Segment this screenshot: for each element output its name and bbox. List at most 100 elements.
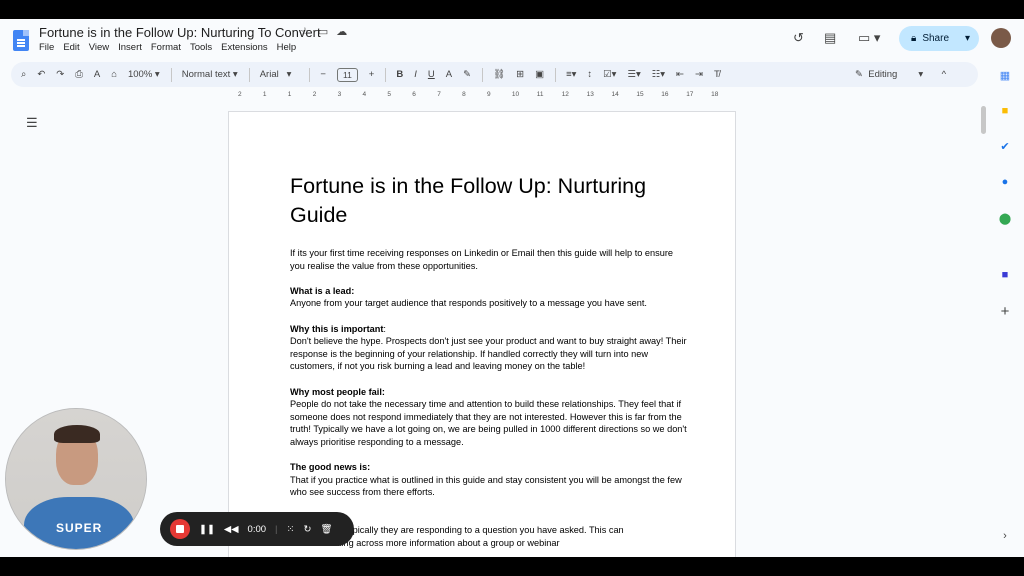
avatar[interactable] [991, 28, 1011, 48]
section-title: The good news is: [290, 462, 371, 473]
app-window: Fortune is in the Follow Up: Nurturing T… [0, 19, 1024, 557]
section: The good news is: That if you practice wh… [290, 461, 690, 499]
underline-icon[interactable]: U [428, 69, 435, 80]
document-page[interactable]: Fortune is in the Follow Up: Nurturing G… [228, 111, 736, 557]
docs-logo-icon[interactable] [13, 30, 29, 51]
webcam-bubble[interactable]: SUPER [5, 408, 147, 550]
ruler-tick-label: 4 [362, 91, 367, 98]
ruler-tick-label: 8 [462, 91, 466, 98]
divider [309, 67, 311, 82]
ruler[interactable]: 2 1 1 2 3 4 5 6 7 8 9 10 11 12 13 14 15 16 17 18 [228, 89, 736, 101]
menu-help[interactable]: Help [277, 42, 297, 53]
document-title[interactable]: Fortune is in the Follow Up: Nurturing T… [39, 25, 321, 40]
decrease-font-icon[interactable]: − [320, 69, 326, 80]
recording-timer: 0:00 [247, 523, 267, 535]
search-menus-icon[interactable]: ⌕ [21, 69, 26, 80]
divider [482, 67, 484, 82]
divider [555, 67, 557, 82]
rewind-icon[interactable]: ◀◀ [224, 524, 239, 535]
stop-recording-button[interactable] [170, 519, 190, 539]
ruler-tick-label: 18 [711, 91, 719, 98]
align-icon[interactable]: ≡▾ [566, 69, 576, 80]
scrollbar[interactable] [981, 106, 986, 134]
undo-icon[interactable]: ↶ [37, 69, 45, 80]
intro-paragraph: If its your first time receiving respons… [290, 248, 673, 271]
move-folder-icon[interactable]: ▭ [318, 25, 328, 38]
chevron-right-icon[interactable]: › [995, 530, 1015, 542]
menu-file[interactable]: File [39, 42, 54, 53]
increase-indent-icon[interactable]: ⇥ [695, 69, 703, 80]
clear-formatting-icon[interactable]: T̸ [714, 69, 720, 80]
zoom-select[interactable]: 100% ▾ [128, 69, 160, 80]
add-addon-icon[interactable]: + [995, 303, 1015, 320]
ruler-tick-label: 6 [412, 91, 416, 98]
ruler-tick-label: 9 [487, 91, 491, 98]
section-title: Why most people fail: [290, 386, 385, 397]
contacts-icon[interactable]: ● [995, 176, 1015, 188]
text-color-icon[interactable]: A [446, 69, 452, 80]
chevron-down-icon[interactable]: ▾ [965, 33, 970, 44]
divider [170, 67, 172, 82]
ruler-tick-label: 14 [611, 91, 619, 98]
star-icon[interactable]: ☆ [300, 25, 310, 38]
drag-handle-icon[interactable]: ⁙ [287, 524, 295, 535]
insert-image-icon[interactable]: ▣ [535, 69, 544, 80]
decrease-indent-icon[interactable]: ⇤ [676, 69, 684, 80]
ruler-tick-label: 13 [586, 91, 594, 98]
section-body: That if you practice what is outlined in… [290, 474, 682, 498]
numbered-list-icon[interactable]: ☷▾ [652, 69, 665, 80]
bulleted-list-icon[interactable]: ☰▾ [627, 69, 640, 80]
divider: | [275, 523, 278, 535]
ruler-tick-label: 15 [636, 91, 644, 98]
lock-icon: 🔒︎ [911, 33, 917, 44]
cloud-status-icon[interactable]: ☁ [336, 25, 347, 38]
addon-icon[interactable]: ■ [995, 269, 1015, 281]
ruler-tick-label: 2 [238, 91, 242, 98]
delete-icon[interactable]: 🗑︎ [320, 524, 332, 535]
menu-format[interactable]: Format [151, 42, 181, 53]
spellcheck-icon[interactable]: A [94, 69, 100, 80]
link-icon[interactable]: ⛓ [493, 69, 505, 80]
pencil-icon: ✎ [855, 69, 863, 80]
add-comment-icon[interactable]: ⊞ [516, 69, 524, 80]
stop-icon [176, 525, 184, 533]
menu-tools[interactable]: Tools [190, 42, 212, 53]
calendar-icon[interactable]: ▦ [995, 69, 1015, 82]
style-select[interactable]: Normal text ▾ [182, 69, 238, 80]
redo-icon[interactable]: ↷ [56, 69, 64, 80]
section-body: Anyone from your target audience that re… [290, 298, 647, 309]
editing-mode-select[interactable]: ✎ Editing ▾ ^ [855, 69, 946, 80]
increase-font-icon[interactable]: + [369, 69, 375, 80]
paint-format-icon[interactable]: ⌂ [111, 69, 117, 80]
highlight-icon[interactable]: ✎ [463, 69, 471, 80]
menu-edit[interactable]: Edit [63, 42, 79, 53]
font-select[interactable]: Arial ▾ [260, 69, 292, 80]
meet-icon[interactable]: ▭ ▾ [858, 30, 880, 46]
recorder-controls: ❚❚ ◀◀ 0:00 | ⁙ ↻ 🗑︎ [160, 512, 354, 546]
comments-icon[interactable]: ▤ [824, 30, 836, 46]
document-outline-icon[interactable]: ☰ [26, 115, 38, 131]
document-heading: Fortune is in the Follow Up: Nurturing G… [290, 174, 647, 227]
menu-extensions[interactable]: Extensions [221, 42, 267, 53]
print-icon[interactable]: ⎙ [75, 69, 83, 80]
divider [385, 67, 387, 82]
ruler-tick-label: 1 [262, 91, 267, 98]
version-history-icon[interactable]: ↺ [793, 30, 804, 46]
menu-insert[interactable]: Insert [118, 42, 142, 53]
line-spacing-icon[interactable]: ↕ [587, 69, 592, 80]
ruler-tick-label: 3 [337, 91, 342, 98]
maps-icon[interactable]: ⬤ [995, 212, 1015, 225]
pause-icon[interactable]: ❚❚ [199, 524, 215, 535]
italic-icon[interactable]: I [414, 69, 417, 80]
checklist-icon[interactable]: ☑▾ [603, 69, 616, 80]
keep-icon[interactable]: ■ [995, 105, 1015, 117]
menu-view[interactable]: View [89, 42, 109, 53]
ruler-tick-label: 1 [287, 91, 292, 98]
bold-icon[interactable]: B [396, 69, 403, 80]
restart-icon[interactable]: ↻ [303, 524, 311, 535]
section-body: People do not take the necessary time an… [290, 399, 687, 447]
share-button[interactable]: 🔒︎ Share ▾ [899, 26, 979, 51]
shirt-text: SUPER [56, 521, 103, 535]
font-size-input[interactable]: 11 [336, 67, 358, 82]
tasks-icon[interactable]: ✔ [995, 140, 1015, 153]
